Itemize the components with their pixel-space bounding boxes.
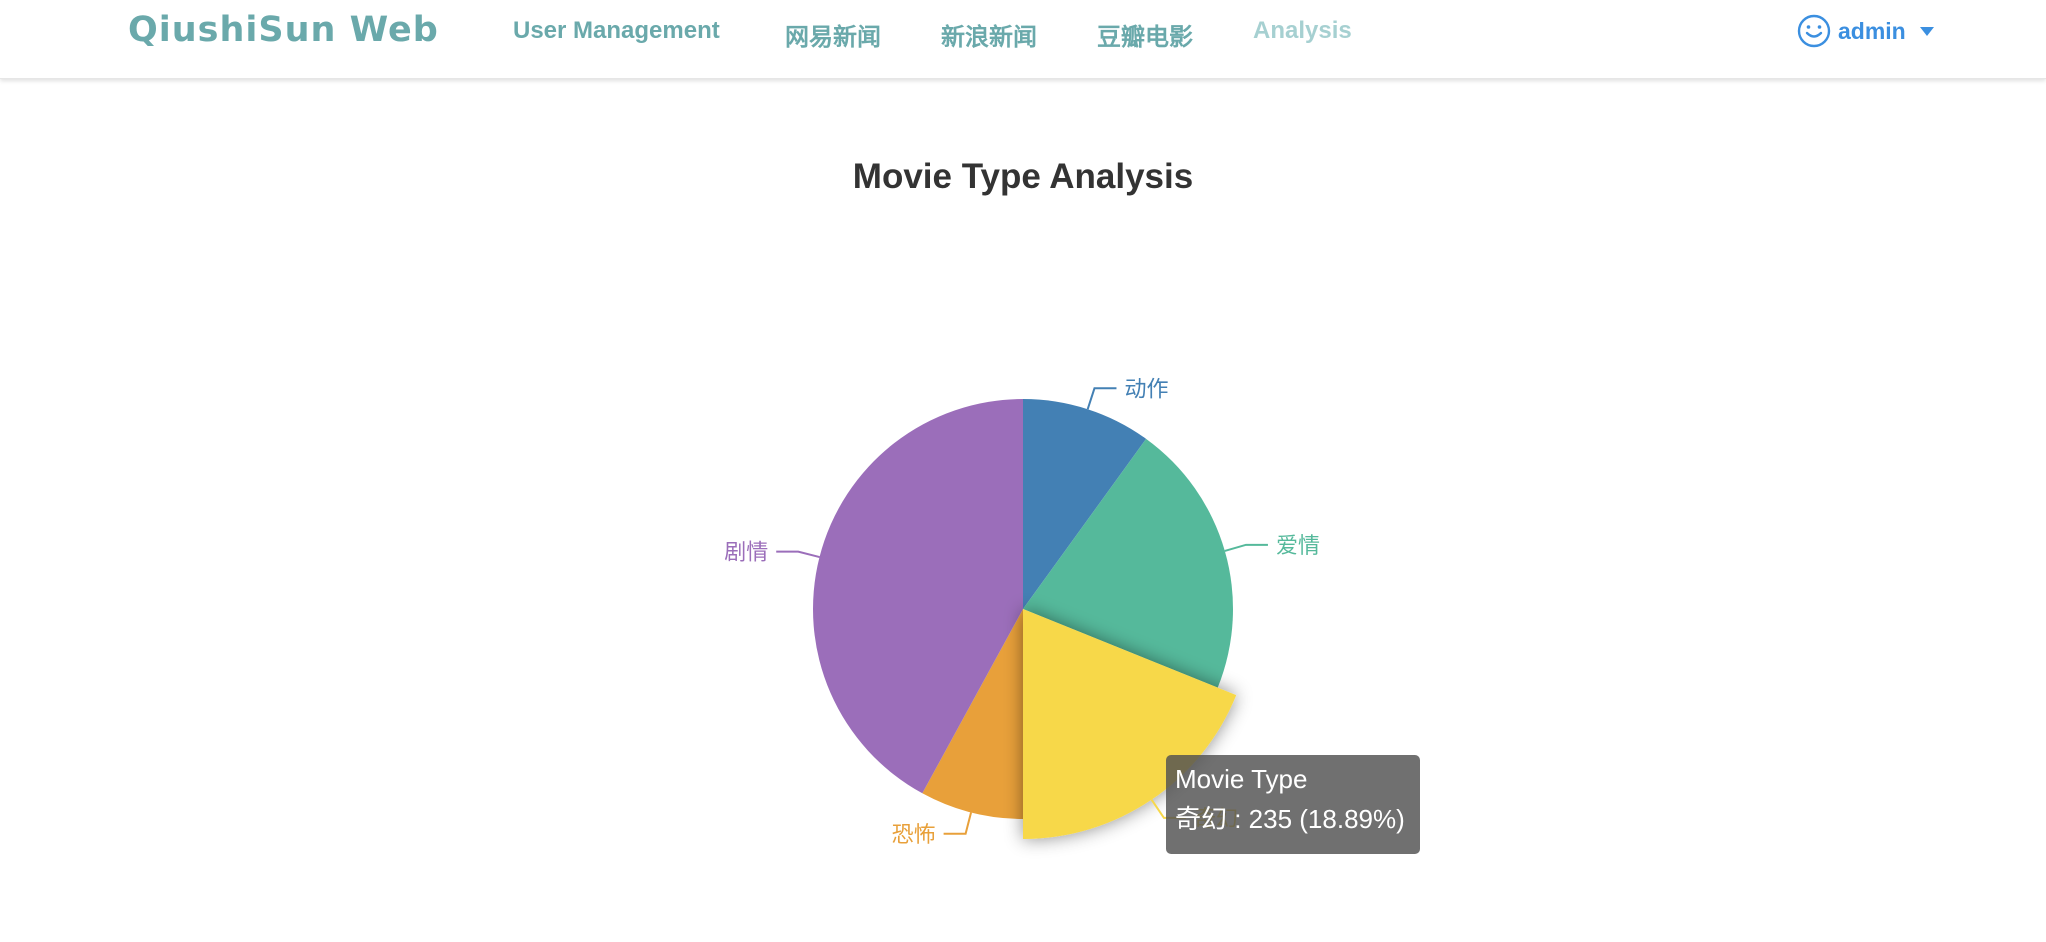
label-leader-line xyxy=(1224,543,1268,552)
tooltip-text: 奇幻 : 235 (18.89%) xyxy=(1175,804,1405,834)
pie-slice-label: 动作 xyxy=(1124,377,1168,402)
chart-tooltip: Movie Type 奇幻 : 235 (18.89%) xyxy=(1166,755,1420,854)
tooltip-title: Movie Type xyxy=(1175,764,1308,794)
label-leader-line xyxy=(943,812,973,835)
pie-chart: 动作爱情恐怖剧情奇幻 xyxy=(724,377,1320,848)
label-leader-line xyxy=(776,550,820,559)
pie-slice-label: 恐怖 xyxy=(892,823,936,848)
pie-slice-label: 剧情 xyxy=(724,541,768,566)
pie-slice-label: 爱情 xyxy=(1276,534,1320,559)
label-leader-line xyxy=(1086,387,1117,410)
